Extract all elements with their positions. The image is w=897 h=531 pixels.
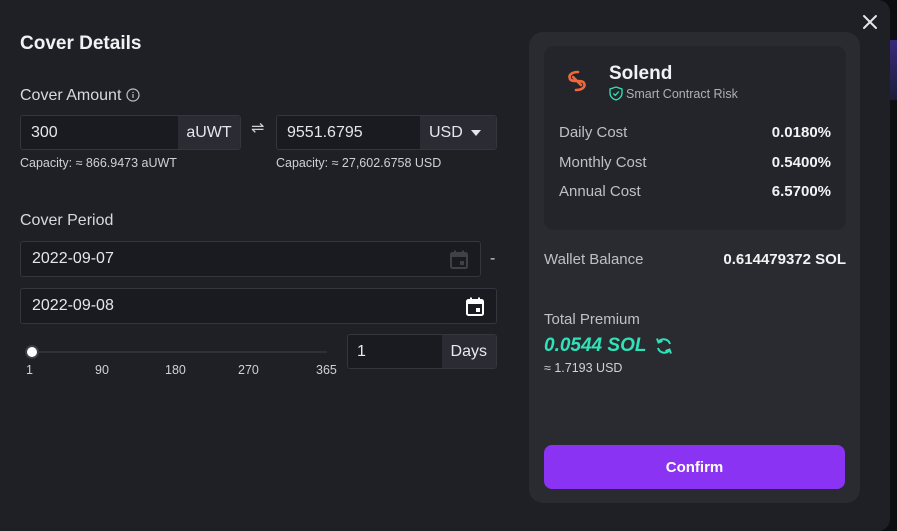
usd-capacity: Capacity: ≈ 27,602.6758 USD	[276, 156, 442, 170]
risk-type: Smart Contract Risk	[609, 86, 738, 101]
daily-cost-row: Daily Cost 0.0180%	[559, 124, 831, 141]
calendar-icon[interactable]	[450, 250, 468, 269]
cost-value: 0.0180%	[771, 124, 831, 141]
cost-label: Monthly Cost	[559, 154, 647, 171]
cost-label: Daily Cost	[559, 124, 628, 141]
monthly-cost-row: Monthly Cost 0.5400%	[559, 154, 831, 171]
wallet-balance-value: 0.614479372 SOL	[723, 251, 846, 268]
swap-icon[interactable]: ⇌	[251, 118, 264, 138]
cover-details-modal: Cover Details Cover Amount 300 aUWT Capa…	[0, 0, 890, 531]
token-amount-value[interactable]: 300	[21, 116, 178, 149]
slider-tick-label: 90	[95, 363, 109, 377]
solend-logo-icon	[568, 70, 586, 92]
start-date-input[interactable]: 2022-09-07	[20, 241, 481, 277]
cover-amount-label: Cover Amount	[20, 87, 140, 107]
days-input[interactable]: 1 Days	[347, 334, 497, 369]
token-amount-input[interactable]: 300 aUWT	[20, 115, 241, 150]
cost-value: 0.5400%	[771, 154, 831, 171]
close-icon	[863, 15, 877, 29]
cost-label: Annual Cost	[559, 183, 641, 200]
period-slider-track[interactable]	[32, 351, 327, 353]
cost-value: 6.5700%	[771, 183, 831, 200]
slider-tick-label: 365	[316, 363, 337, 377]
date-range-separator: -	[490, 250, 496, 267]
currency-select[interactable]: USD	[420, 116, 496, 149]
usd-amount-input[interactable]: 9551.6795 USD	[276, 115, 497, 150]
risk-type-label: Smart Contract Risk	[626, 86, 738, 101]
shield-check-icon	[609, 86, 623, 101]
wallet-balance-label: Wallet Balance	[544, 251, 644, 268]
confirm-button[interactable]: Confirm	[544, 445, 845, 489]
protocol-card: Solend Smart Contract Risk Daily Cost 0.…	[544, 46, 846, 230]
refresh-icon[interactable]	[654, 336, 674, 356]
calendar-icon[interactable]	[466, 297, 484, 316]
period-slider-thumb[interactable]	[25, 345, 39, 359]
total-premium-label: Total Premium	[544, 311, 640, 328]
cover-period-label: Cover Period	[20, 212, 114, 229]
summary-panel: Solend Smart Contract Risk Daily Cost 0.…	[529, 32, 860, 503]
wallet-balance-row: Wallet Balance 0.614479372 SOL	[544, 251, 846, 268]
annual-cost-row: Annual Cost 6.5700%	[559, 183, 831, 200]
info-icon[interactable]	[126, 88, 140, 107]
modal-title: Cover Details	[20, 33, 142, 54]
protocol-name: Solend	[609, 63, 673, 84]
days-value[interactable]: 1	[348, 335, 442, 368]
days-unit-label: Days	[441, 335, 496, 368]
total-premium-row: 0.0544 SOL	[544, 335, 674, 357]
total-premium-usd: ≈ 1.7193 USD	[544, 361, 623, 375]
total-premium-value: 0.0544 SOL	[544, 335, 647, 356]
caret-down-icon	[470, 129, 481, 136]
slider-tick-label: 1	[26, 363, 33, 377]
slider-tick-label: 180	[165, 363, 186, 377]
close-button[interactable]	[858, 10, 882, 34]
end-date-value: 2022-09-08	[32, 297, 114, 314]
cover-amount-label-text: Cover Amount	[20, 87, 122, 104]
end-date-input[interactable]: 2022-09-08	[20, 288, 497, 324]
start-date-value: 2022-09-07	[32, 250, 114, 267]
usd-amount-value[interactable]: 9551.6795	[277, 116, 420, 149]
token-unit-label: aUWT	[178, 116, 240, 149]
token-capacity: Capacity: ≈ 866.9473 aUWT	[20, 156, 177, 170]
currency-select-value: USD	[429, 123, 463, 141]
slider-tick-label: 270	[238, 363, 259, 377]
